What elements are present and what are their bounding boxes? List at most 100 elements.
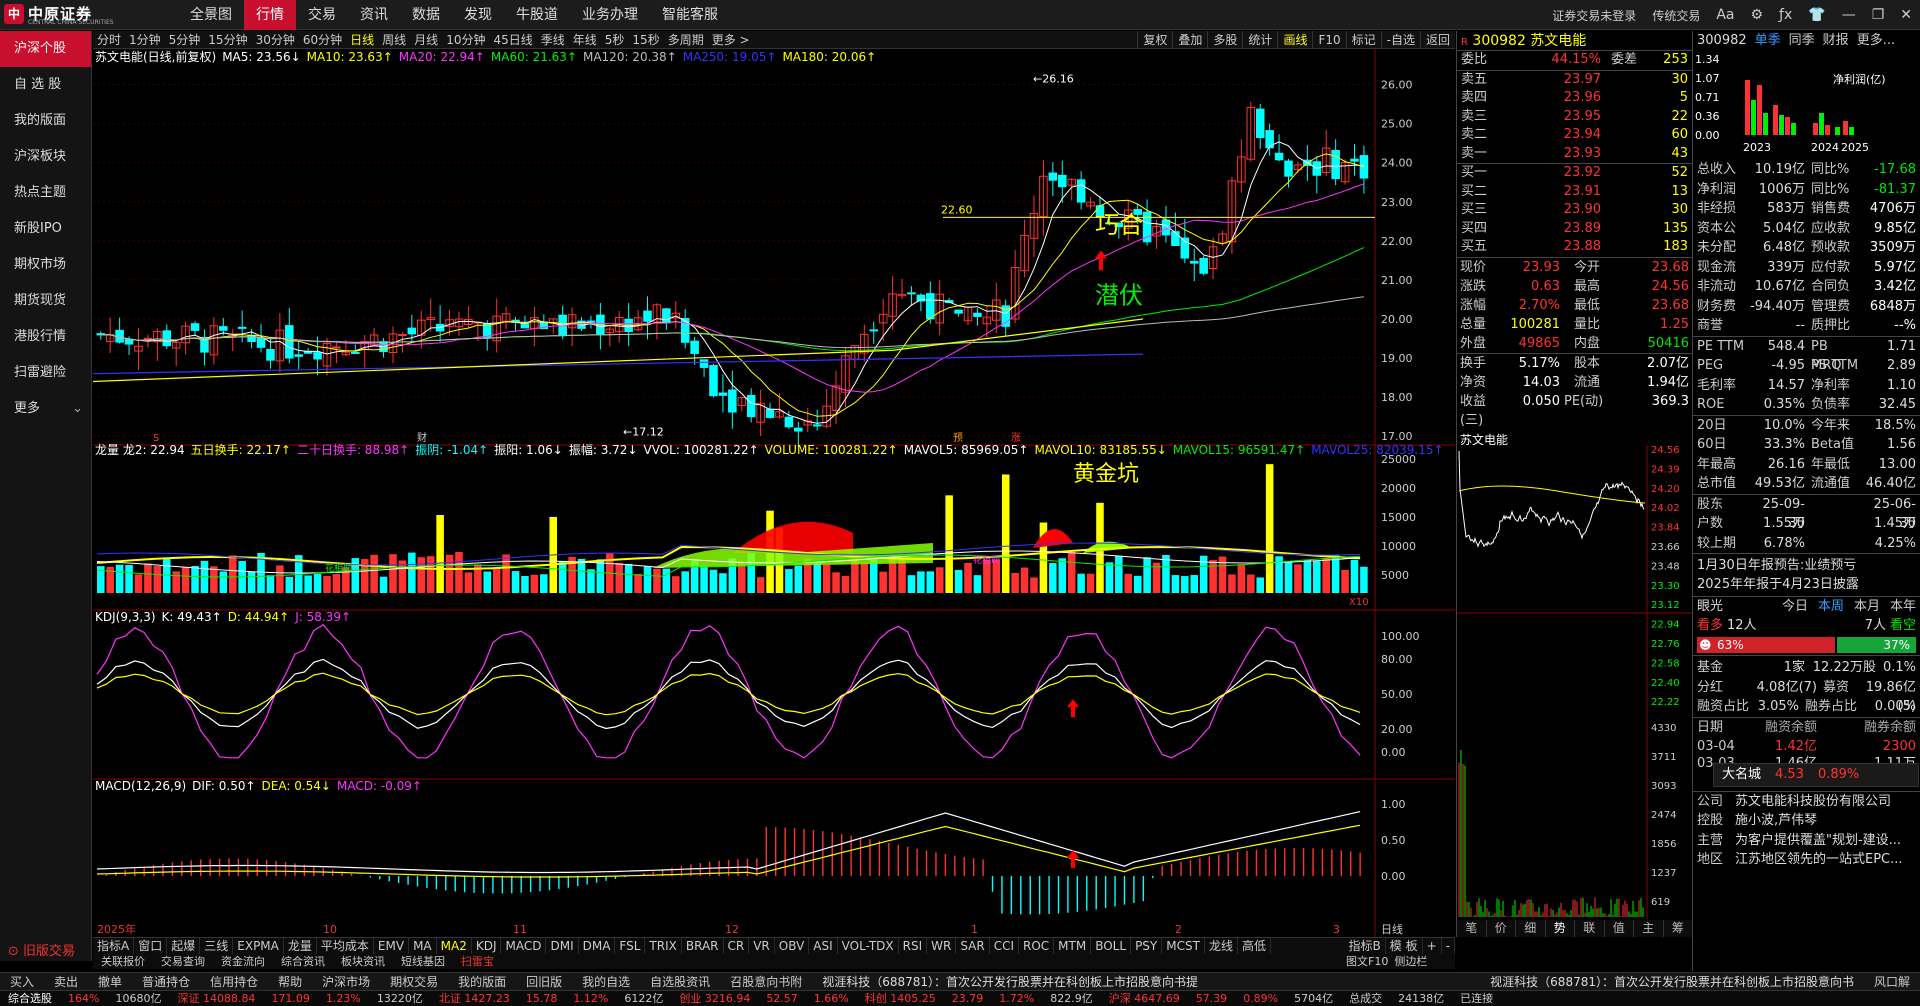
eye-tab[interactable]: 本月 [1854,597,1880,617]
top-nav-item[interactable]: 全景图 [178,0,244,30]
shirt-icon[interactable]: 👕 [1808,7,1825,23]
sidebar-link[interactable]: 侧边栏 [1394,954,1427,969]
period-item[interactable]: 15分钟 [204,31,251,48]
func-button[interactable]: 沪深市场 [312,973,380,990]
formula-icon[interactable]: ƒx [1779,7,1792,23]
traditional-trade-link[interactable]: 传统交易 [1652,7,1700,24]
news-ticker-1[interactable]: 视涯科技（688781）：首次公开发行股票并在科创板上市招股意向书提 [812,973,1208,990]
indicator-tab[interactable]: OBV [775,938,810,954]
indicator-tab[interactable]: MCST [1162,938,1205,954]
indicator-tab[interactable]: BOLL [1091,938,1132,954]
info-tab[interactable]: 扫雷宝 [453,954,502,969]
indicator-tab[interactable]: 起爆 [167,938,201,954]
left-nav-item[interactable]: 期权市场 [0,247,91,283]
indicator-tab[interactable]: 三线 [200,938,234,954]
indicator-tab[interactable]: PSY [1131,938,1163,954]
period-item[interactable]: 月线 [410,31,442,48]
tool-item[interactable]: 统计 [1242,31,1277,48]
top-nav-item[interactable]: 资讯 [348,0,400,30]
info-tab[interactable]: 关联报价 [93,954,153,969]
fin-tab[interactable]: 更多... [1857,31,1895,51]
trade-login-status[interactable]: 证券交易未登录 [1552,7,1636,24]
info-tab[interactable]: 资金流向 [213,954,273,969]
info-tab[interactable]: 板块资讯 [333,954,393,969]
indicator-tab[interactable]: 高低 [1238,938,1271,954]
sell-price[interactable]: 23.93 [1501,145,1601,164]
left-nav-item[interactable]: 更多 ⌄ [0,391,91,427]
period-item[interactable]: 15秒 [628,31,663,48]
tool-item[interactable]: 叠加 [1172,31,1207,48]
left-nav-item[interactable]: 自 选 股 [0,67,91,103]
intraday-tab[interactable]: 筹 [1664,920,1693,937]
buy-price[interactable]: 23.88 [1501,238,1601,257]
indicator-tab-extra[interactable]: - [1442,938,1455,954]
sell-price[interactable]: 23.96 [1501,89,1601,108]
indicator-tab[interactable]: CR [724,938,750,954]
funcbar-right[interactable]: 风口解 [1864,973,1920,990]
indicator-tab[interactable]: VOL-TDX [838,938,899,954]
indicator-tab[interactable]: MA2 [437,938,472,954]
indicator-tab-extra[interactable]: 模 板 [1386,938,1423,954]
indicator-tab[interactable]: KDJ [472,938,502,954]
fin-tab[interactable]: 财报 [1823,31,1849,51]
intraday-tab[interactable]: 主 [1634,920,1664,937]
func-button[interactable]: 信用持仓 [200,973,268,990]
indicator-tab[interactable]: 龙线 [1205,938,1238,954]
minimize-icon[interactable]: — [1842,7,1856,23]
font-size-icon[interactable]: Aa [1716,7,1734,23]
indicator-tab[interactable]: 平均成本 [317,938,374,954]
func-button[interactable]: 撤单 [88,973,132,990]
gear-icon[interactable]: ⚙ [1750,7,1763,23]
func-button[interactable]: 自选股资讯 [640,973,720,990]
left-nav-item[interactable]: 港股行情 [0,319,91,355]
func-button[interactable]: 买入 [0,973,44,990]
intraday-tab[interactable]: 笔 [1457,920,1487,937]
indicator-tab[interactable]: ASI [809,938,838,954]
top-nav-item[interactable]: 数据 [400,0,452,30]
indicator-tab[interactable]: TRIX [645,938,682,954]
intraday-tab[interactable]: 价 [1487,920,1516,937]
dmc-popup[interactable]: 大名城 4.53 0.89% [1713,762,1919,787]
old-version-trade[interactable]: ⊙ 旧版交易 [8,940,75,959]
buy-price[interactable]: 23.90 [1501,201,1601,220]
eye-tab[interactable]: 今日 [1782,597,1808,617]
indicator-tab[interactable]: SAR [956,938,990,954]
sell-price[interactable]: 23.95 [1501,108,1601,127]
tool-item[interactable]: 复权 [1137,31,1172,48]
indicator-tab[interactable]: DMI [546,938,579,954]
indicator-tab[interactable]: FSL [615,938,646,954]
func-button[interactable]: 普通持仓 [132,973,200,990]
period-item[interactable]: 30分钟 [252,31,299,48]
indicator-tab[interactable]: RSI [899,938,928,954]
indicator-tab[interactable]: VR [749,938,775,954]
period-item[interactable]: 多周期 [664,31,708,48]
info-tab[interactable]: 交易查询 [153,954,213,969]
tool-item[interactable]: 返回 [1419,31,1455,48]
func-button[interactable]: 我的自选 [572,973,640,990]
indicator-tab[interactable]: MACD [501,938,547,954]
tool-item[interactable]: 标记 [1345,31,1381,48]
period-item[interactable]: 周线 [378,31,410,48]
indicator-tab[interactable]: 龙量 [284,938,317,954]
intraday-tab[interactable]: 细 [1516,920,1546,937]
indicator-tab[interactable]: BRAR [682,938,724,954]
close-icon[interactable]: ✕ [1900,7,1912,23]
chart-svg[interactable]: 26.0025.0024.0023.0022.0021.0020.0019.00… [92,49,1455,937]
buy-price[interactable]: 23.89 [1501,220,1601,239]
info-tab[interactable]: 短线基因 [393,954,453,969]
restore-icon[interactable]: ❐ [1872,7,1885,23]
top-nav-item[interactable]: 交易 [296,0,348,30]
top-nav-item[interactable]: 业务办理 [570,0,650,30]
func-button[interactable]: 卖出 [44,973,88,990]
period-item[interactable]: 1分钟 [125,31,165,48]
intraday-tab[interactable]: 值 [1605,920,1634,937]
top-nav-item[interactable]: 行情 [244,0,296,30]
intraday-svg[interactable]: 24.56 24.39 24.20 24.02 23.84 23.66 23.48 23.30… [1457,431,1693,937]
left-nav-item[interactable]: 沪深板块 [0,139,91,175]
indicator-tab[interactable]: ROC [1019,938,1055,954]
indicator-tab-extra[interactable]: 指标B [1345,938,1386,954]
period-item[interactable]: 10分钟 [442,31,489,48]
buy-price[interactable]: 23.92 [1501,164,1601,183]
eye-tab[interactable]: 本年 [1890,597,1916,617]
intraday-tab[interactable]: 势 [1546,920,1575,937]
